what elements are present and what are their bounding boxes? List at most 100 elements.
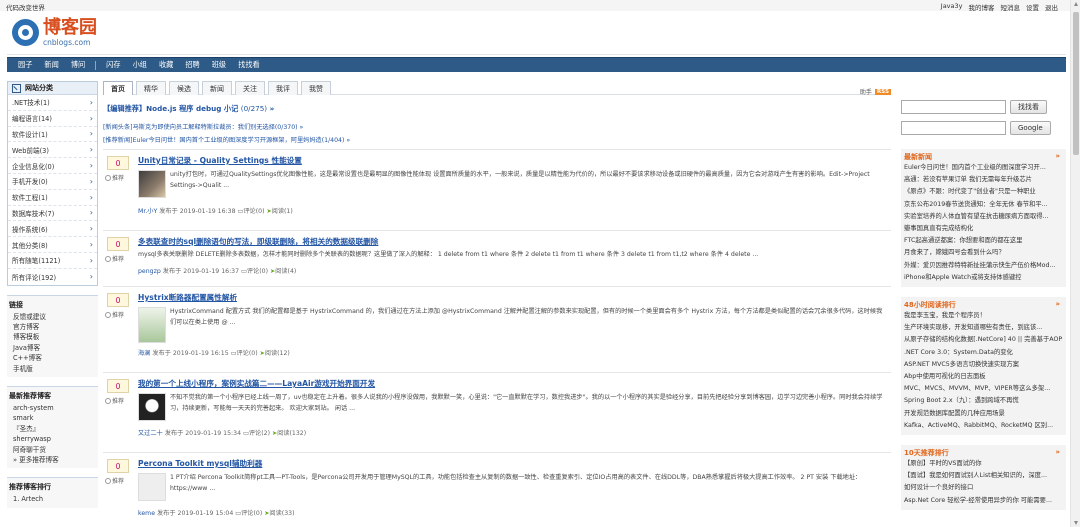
- nav-item-groups[interactable]: 小组: [133, 60, 147, 70]
- news-item[interactable]: 月食来了，嫦娥四号会看到什么吗？: [904, 247, 1062, 259]
- news-item[interactable]: iPhone和Apple Watch或将支持体感键控: [904, 272, 1062, 284]
- news-item[interactable]: 实验室培养的人体血管有望在抗击糖尿病方面取得...: [904, 211, 1062, 223]
- recommend-button[interactable]: 推荐: [105, 396, 124, 405]
- rank-item[interactable]: 【面试】我是如何面试别人List相关知识的，深度...: [904, 470, 1062, 482]
- rank-item[interactable]: Kafka、ActiveMQ、RabbitMQ、RocketMQ 区别...: [904, 420, 1062, 432]
- digg-count[interactable]: 0: [107, 293, 129, 307]
- nav-item-classes[interactable]: 班级: [212, 60, 226, 70]
- post-author[interactable]: 又过二十: [138, 430, 163, 437]
- google-search-input[interactable]: [901, 121, 1006, 135]
- avatar[interactable]: [138, 170, 166, 198]
- category-item[interactable]: 数据库技术(7) ›: [8, 206, 97, 222]
- post-views[interactable]: 阅读(4): [275, 268, 296, 275]
- nav-item-jobs[interactable]: 招聘: [185, 60, 199, 70]
- news-item[interactable]: 高通：若没有苹果订单 我们无需每年升级芯片: [904, 174, 1062, 186]
- ranking-item[interactable]: 1. Artech: [7, 494, 98, 504]
- post-title[interactable]: Percona Toolkit mysql辅助利器: [138, 458, 262, 469]
- rank-item[interactable]: ASP.NET MVC5多语言切换快速实现方案: [904, 359, 1062, 371]
- avatar[interactable]: [138, 307, 166, 343]
- assistant-link[interactable]: 助手: [860, 87, 872, 96]
- rss-icon[interactable]: RSS: [874, 88, 891, 95]
- tab-my-likes[interactable]: 我赞: [301, 81, 331, 95]
- category-item[interactable]: 手机开发(0) ›: [8, 174, 97, 190]
- digg-count[interactable]: 0: [107, 237, 129, 251]
- post-title[interactable]: 我的第一个上线小程序，案例实战篇二——LayaAir游戏开始界面开发: [138, 378, 375, 389]
- category-item[interactable]: 操作系统(6) ›: [8, 221, 97, 238]
- nav-item-news[interactable]: 新闻: [44, 60, 58, 70]
- recommended-more-link[interactable]: » 更多推荐博客: [7, 455, 98, 465]
- recommend-button[interactable]: 推荐: [105, 476, 124, 485]
- tab-news[interactable]: 新闻: [202, 81, 232, 95]
- scroll-down-icon[interactable]: [1074, 521, 1078, 525]
- category-item[interactable]: Web前端(3) ›: [8, 142, 97, 159]
- news-item[interactable]: 瓣事国真直有完成结构化: [904, 223, 1062, 235]
- collapse-icon[interactable]: [12, 83, 21, 93]
- user-link-settings[interactable]: 设置: [1026, 2, 1039, 12]
- post-comments[interactable]: 评论(0): [241, 510, 262, 517]
- user-link-messages[interactable]: 短消息: [1001, 2, 1021, 12]
- link-item[interactable]: 博客模板: [7, 332, 98, 342]
- rank-item[interactable]: Asp.Net Core 轻松学-经常使用异步的你 可能需要...: [904, 495, 1062, 507]
- avatar[interactable]: [138, 473, 166, 501]
- tab-candidate[interactable]: 候选: [169, 81, 199, 95]
- category-item[interactable]: 企业信息化(0) ›: [8, 158, 97, 174]
- post-comments[interactable]: 评论(0): [236, 350, 257, 357]
- recommend-rank-more[interactable]: »: [1055, 448, 1060, 458]
- post-author[interactable]: keme: [138, 510, 155, 517]
- rank-item[interactable]: Abp中使用可视化的日志面板: [904, 371, 1062, 383]
- post-views[interactable]: 阅读(1): [272, 208, 293, 215]
- news-item[interactable]: Euler今日问世！国内首个工业级的图深度学习开...: [904, 162, 1062, 174]
- rank-item[interactable]: 从原子存储的结构化数据[.NetCore] 40 || 完善基于AOP...: [904, 334, 1062, 346]
- rank-item[interactable]: 【原创】平时的VS面试的你: [904, 458, 1062, 470]
- rank-item[interactable]: 开发规范数据库配置的几种应用场景: [904, 408, 1062, 420]
- category-item[interactable]: 编程语言(14) ›: [8, 111, 97, 127]
- nav-item-flash[interactable]: 闪存: [106, 60, 120, 70]
- rank-item[interactable]: .NET Core 3.0：System.Data的变化: [904, 347, 1062, 359]
- category-item[interactable]: 其他分类(8) ›: [8, 237, 97, 253]
- post-author[interactable]: pengzp: [138, 268, 161, 275]
- tab-following[interactable]: 关注: [235, 81, 265, 95]
- post-author[interactable]: 海澜: [138, 350, 150, 357]
- nav-item-favorites[interactable]: 收藏: [159, 60, 173, 70]
- site-logo[interactable]: 博客园 cnblogs.com: [12, 18, 97, 47]
- post-author[interactable]: Mr.小Y: [138, 208, 157, 215]
- google-search-button[interactable]: Google: [1010, 121, 1051, 135]
- post-comments[interactable]: 评论(2): [249, 430, 270, 437]
- rank-item[interactable]: 生产环境实现移，开发知道哪些有责任，到底该...: [904, 322, 1062, 334]
- recommended-item[interactable]: sherrywasp: [7, 434, 98, 444]
- rank-item[interactable]: 如何设计一个良好的接口: [904, 482, 1062, 494]
- digg-count[interactable]: 0: [107, 459, 129, 473]
- tab-home[interactable]: 首页: [103, 81, 133, 95]
- editor-recommend[interactable]: 【编辑推荐】Node.js 程序 debug 小记 (0/275) »: [103, 104, 891, 114]
- post-views[interactable]: 阅读(33): [269, 510, 294, 517]
- zzk-search-button[interactable]: 找找看: [1010, 100, 1047, 114]
- post-views[interactable]: 阅读(132): [277, 430, 306, 437]
- zzk-search-input[interactable]: [901, 100, 1006, 114]
- post-comments[interactable]: 评论(0): [247, 268, 268, 275]
- link-item[interactable]: C++博客: [7, 353, 98, 363]
- link-item[interactable]: 反馈或建议: [7, 312, 98, 322]
- news-item[interactable]: 《原点》不跟：时代变了"创业者"只是一种职业: [904, 186, 1062, 198]
- link-item[interactable]: 手机版: [7, 364, 98, 374]
- digg-count[interactable]: 0: [107, 156, 129, 170]
- news-item[interactable]: 京东公布2019春节送货通知：全年无休 春节和平...: [904, 199, 1062, 211]
- rank-item[interactable]: 我是李玉宝，我是个程序员！: [904, 310, 1062, 322]
- link-item[interactable]: Java博客: [7, 343, 98, 353]
- recommended-item[interactable]: smark: [7, 413, 98, 423]
- recommended-item[interactable]: 阿奇聊干货: [7, 445, 98, 455]
- rank-item[interactable]: Spring Boot 2.x（九）：遇到跨域不再慌: [904, 395, 1062, 407]
- recommended-item[interactable]: arch-system: [7, 403, 98, 413]
- post-title[interactable]: Hystrix断路器配置属性解析: [138, 292, 237, 303]
- read-rank-more[interactable]: »: [1055, 300, 1060, 310]
- category-item[interactable]: 所有随笔(1121) ›: [8, 253, 97, 269]
- news-item[interactable]: FTC起高通逆都案：你想要和面的都在这里: [904, 235, 1062, 247]
- category-item[interactable]: 软件设计(1) ›: [8, 127, 97, 143]
- nav-item-questions[interactable]: 博问: [71, 60, 85, 70]
- scrollbar-thumb[interactable]: [1073, 12, 1079, 155]
- recommend-button[interactable]: 推荐: [105, 310, 124, 319]
- news-item[interactable]: 外媒：爱贝因推荐特特新扯挂蒲示快生产伍价格Mod...: [904, 260, 1062, 272]
- user-link-logout[interactable]: 退出: [1045, 2, 1058, 12]
- headline-news[interactable]: [新闻头条]马斯克为即使向员工解释特斯拉裁员：我们别无选择(0/370) »: [103, 122, 891, 131]
- tab-featured[interactable]: 精华: [136, 81, 166, 95]
- recommend-button[interactable]: 推荐: [105, 173, 124, 182]
